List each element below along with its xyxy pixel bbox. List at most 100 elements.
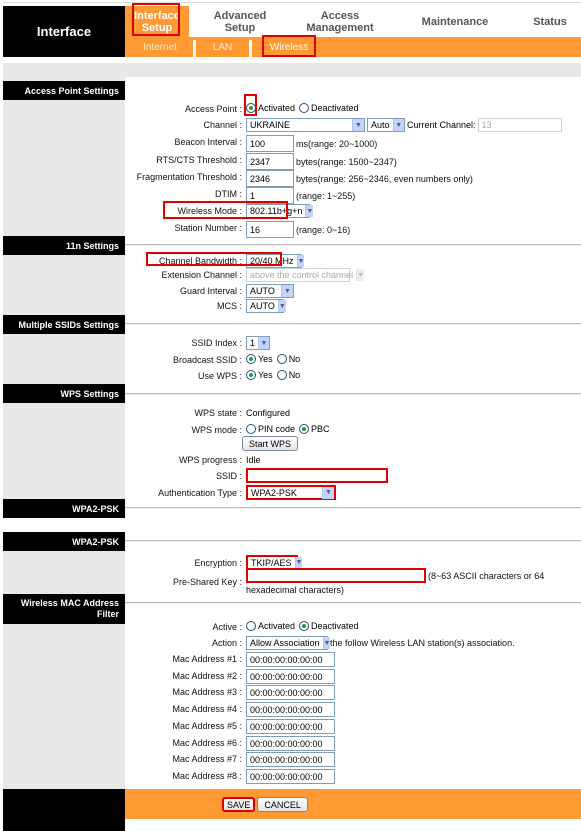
wps-mode-label: WPS mode : — [191, 425, 242, 435]
station-number-label: Station Number : — [174, 223, 242, 233]
psk-hint-continued: hexadecimal characters) — [246, 585, 345, 595]
beacon-interval-hint: ms(range: 20~1000) — [296, 138, 378, 149]
mac-address-row: 00:00:00:00:00:00 — [246, 685, 335, 700]
auth-type-row: WPA2-PSK ▼ — [246, 485, 336, 500]
radio-ap-activated[interactable] — [246, 103, 256, 113]
radio-broadcast-no[interactable] — [276, 354, 287, 364]
rts-threshold-hint: bytes(range: 1500~2347) — [296, 156, 397, 167]
nav-maintenance[interactable]: Maintenance — [405, 6, 505, 37]
radio-wps-pbc[interactable] — [299, 424, 310, 434]
radio-mac-activated[interactable] — [246, 621, 256, 631]
header-gray-band — [3, 63, 581, 77]
ssid-index-label: SSID Index : — [191, 338, 242, 348]
wps-state-label: WPS state : — [194, 408, 242, 418]
encryption-label: Encryption : — [194, 558, 242, 568]
radio-use-wps-no[interactable] — [276, 370, 287, 380]
rts-threshold-label: RTS/CTS Threshold : — [156, 155, 242, 165]
channel-label: Channel : — [203, 120, 242, 130]
dtim-hint: (range: 1~255) — [296, 190, 356, 201]
radio-wps-pin[interactable] — [246, 424, 256, 434]
subnav-separator — [193, 40, 196, 57]
mac-address-label: Mac Address #8 : — [172, 771, 242, 781]
section-11n-settings: 11n Settings — [3, 236, 125, 255]
channel-country-select[interactable]: UKRAINE ▼ — [246, 118, 365, 132]
wireless-mode-select[interactable]: 802.11b+g+n ▼ — [246, 204, 314, 218]
ap-activated-label: Activated — [258, 103, 296, 113]
extension-channel-value: above the control channel — [250, 270, 354, 280]
mcs-select[interactable]: AUTO ▼ — [246, 299, 286, 313]
start-wps-button[interactable]: Start WPS — [242, 436, 299, 451]
mac-action-label: Action : — [211, 638, 242, 648]
mac-address-input[interactable]: 00:00:00:00:00:00 — [246, 719, 335, 734]
psk-row: (8~63 ASCII characters or 64 — [246, 568, 544, 583]
mac-address-label: Mac Address #2 : — [172, 671, 242, 681]
radio-ap-deactivated[interactable] — [299, 103, 310, 113]
channel-mode-value: Auto — [371, 120, 390, 130]
nav-label: Status — [533, 15, 567, 28]
mac-address-input[interactable]: 00:00:00:00:00:00 — [246, 702, 335, 717]
mac-action-select[interactable]: Allow Association ▼ — [246, 636, 331, 650]
psk-input[interactable] — [246, 568, 426, 583]
channel-bandwidth-select[interactable]: 20/40 MHz ▼ — [246, 254, 305, 268]
dtim-input[interactable]: 1 — [246, 187, 294, 204]
guard-interval-row: AUTO ▼ — [246, 284, 294, 298]
footer-left — [3, 789, 125, 831]
guard-interval-select[interactable]: AUTO ▼ — [246, 284, 294, 298]
ssid-input[interactable] — [246, 468, 388, 483]
nav-access-management[interactable]: Access Management — [285, 6, 395, 37]
white-gap — [3, 518, 125, 532]
ap-deactivated-label: Deactivated — [311, 103, 359, 113]
subnav-lan[interactable]: LAN — [200, 37, 245, 57]
mac-action-row: Allow Association ▼ the follow Wireless … — [246, 636, 515, 650]
use-wps-no-label: No — [288, 370, 301, 380]
auth-type-label: Authentication Type : — [158, 488, 242, 498]
access-point-label: Access Point : — [184, 104, 242, 114]
ssid-index-row: 1 ▼ — [246, 336, 270, 350]
wps-pbc-label: PBC — [311, 424, 330, 434]
mac-address-row: 00:00:00:00:00:00 — [246, 702, 335, 717]
chevron-down-icon: ▼ — [352, 119, 364, 131]
section-access-point-settings: Access Point Settings — [3, 81, 125, 100]
mac-address-row: 00:00:00:00:00:00 — [246, 719, 335, 734]
radio-mac-deactivated[interactable] — [299, 621, 310, 631]
mac-address-input[interactable]: 00:00:00:00:00:00 — [246, 769, 335, 784]
ssid-index-select[interactable]: 1 ▼ — [246, 336, 270, 350]
radio-broadcast-yes[interactable] — [246, 354, 256, 364]
extension-channel-select[interactable]: above the control channel ▼ — [246, 268, 365, 282]
cancel-button[interactable]: CANCEL — [257, 797, 308, 812]
chevron-down-icon: ▼ — [294, 556, 303, 569]
auth-type-select[interactable]: WPA2-PSK ▼ — [246, 485, 336, 500]
nav-status[interactable]: Status — [520, 6, 580, 37]
save-button[interactable]: SAVE — [222, 797, 256, 812]
beacon-interval-input[interactable]: 100 — [246, 135, 294, 152]
broadcast-yes-label: Yes — [258, 354, 273, 364]
frag-threshold-input[interactable]: 2346 — [246, 170, 294, 187]
footer-bar — [125, 789, 581, 819]
channel-controls: UKRAINE ▼ Auto ▼ Current Channel: 13 — [246, 118, 562, 132]
mac-address-input[interactable]: 00:00:00:00:00:00 — [246, 669, 335, 684]
mac-deactivated-label: Deactivated — [311, 621, 359, 631]
nav-interface-setup[interactable]: Interface Setup — [125, 6, 189, 37]
extension-channel-row: above the control channel ▼ — [246, 268, 365, 282]
ssid-row — [246, 468, 388, 483]
radio-use-wps-yes[interactable] — [246, 370, 256, 380]
rts-threshold-input[interactable]: 2347 — [246, 153, 294, 170]
nav-label: Maintenance — [421, 15, 489, 28]
chevron-down-icon: ▼ — [356, 269, 365, 281]
station-number-input[interactable]: 16 — [246, 221, 294, 238]
channel-mode-select[interactable]: Auto ▼ — [367, 118, 405, 132]
mac-address-input[interactable]: 00:00:00:00:00:00 — [246, 736, 335, 751]
subnav-internet[interactable]: Internet — [130, 37, 190, 57]
frag-threshold-label: Fragmentation Threshold : — [136, 172, 242, 182]
mac-address-row: 00:00:00:00:00:00 — [246, 652, 335, 667]
mac-address-input[interactable]: 00:00:00:00:00:00 — [246, 652, 335, 667]
auth-type-value: WPA2-PSK — [251, 487, 297, 498]
current-channel-label: Current Channel: — [407, 120, 476, 130]
nav-advanced-setup[interactable]: Advanced Setup — [200, 6, 280, 37]
subnav-separator — [249, 40, 252, 57]
chevron-down-icon: ▼ — [392, 119, 404, 131]
mac-address-input[interactable]: 00:00:00:00:00:00 — [246, 685, 335, 700]
psk-hint: (8~63 ASCII characters or 64 — [428, 570, 545, 581]
subnav-wireless[interactable]: Wireless — [262, 37, 316, 57]
mac-address-input[interactable]: 00:00:00:00:00:00 — [246, 752, 335, 767]
